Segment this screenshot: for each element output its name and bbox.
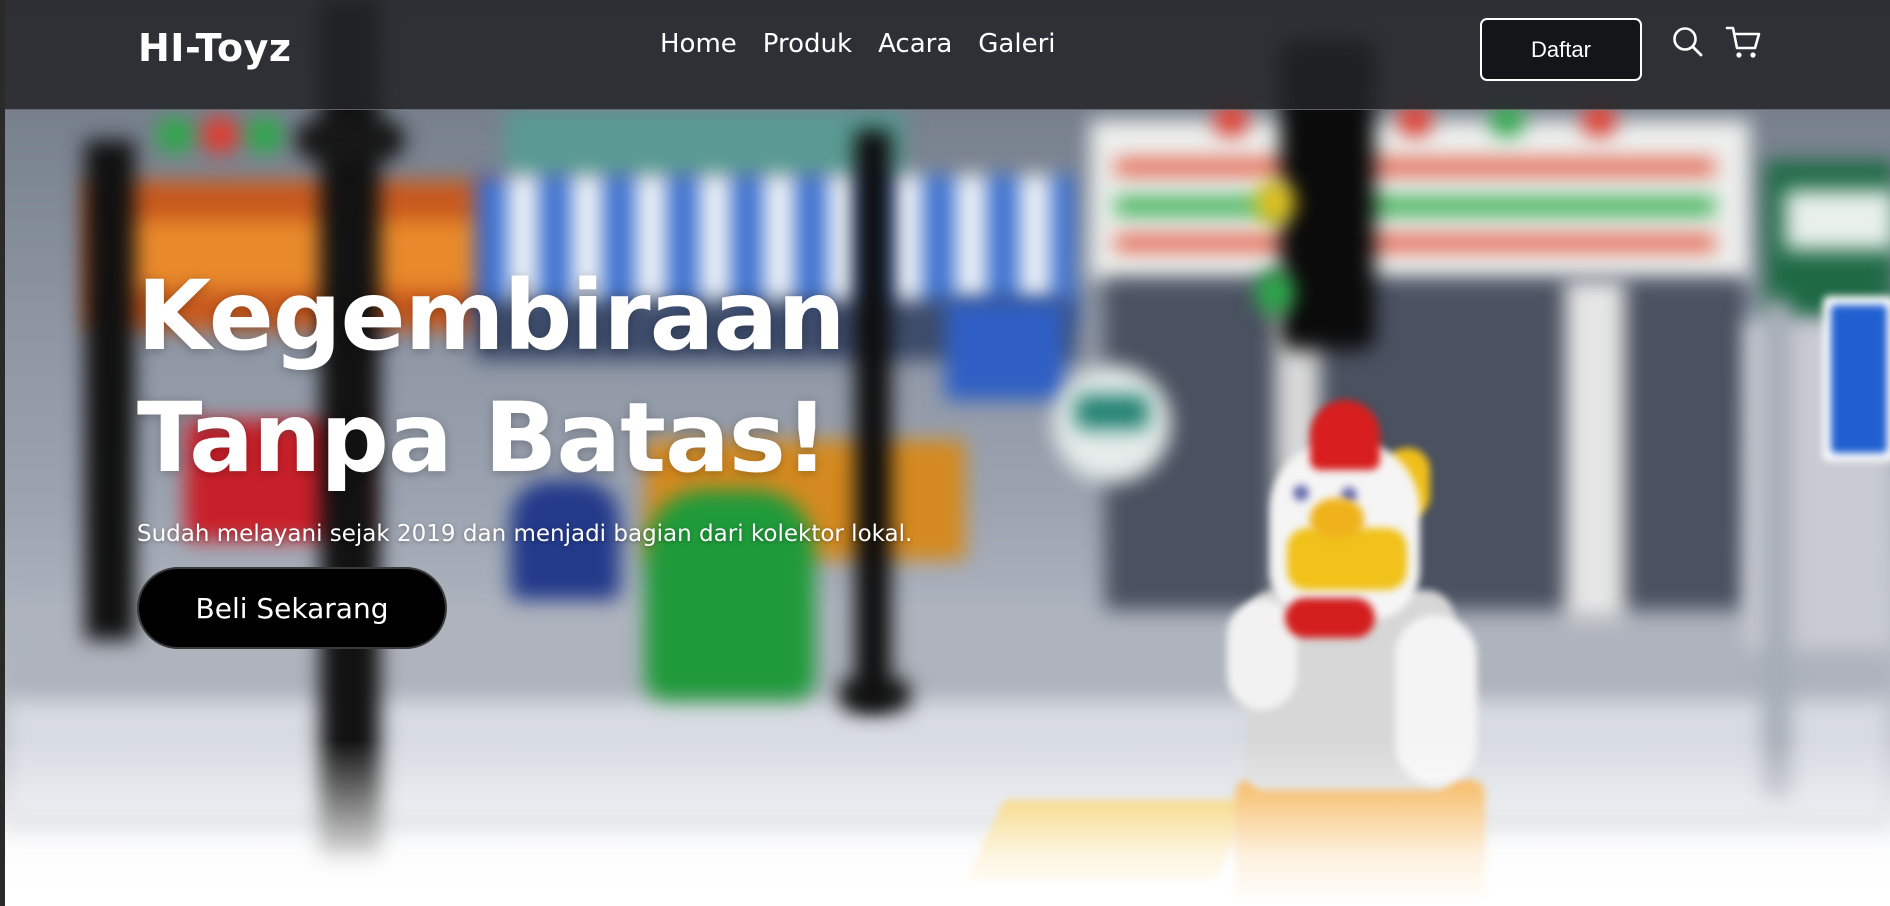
nav-link-home[interactable]: Home (660, 29, 737, 59)
cart-icon[interactable] (1724, 22, 1764, 62)
bg-green-sign-panel (1785, 190, 1890, 250)
window-edge (0, 0, 5, 906)
buy-now-button[interactable]: Beli Sekarang (137, 567, 447, 649)
minifig-red-comb (1310, 400, 1380, 470)
nav-link-acara[interactable]: Acara (878, 29, 952, 59)
hero-title-line-1: Kegembiraan (137, 260, 846, 372)
bg-string-lights-left (145, 110, 295, 160)
bg-traffic-light-yellow (1255, 180, 1295, 225)
minifig-wattle (1285, 598, 1375, 638)
minifig-beak (1310, 498, 1364, 538)
hero-content: Kegembiraan Tanpa Batas! Sudah melayani … (137, 255, 937, 547)
bg-crosswalk-sign-face (1831, 305, 1887, 453)
brand-logo[interactable]: HI-Toyz (138, 26, 292, 70)
bg-store-interior (1105, 280, 1745, 610)
hero-subtitle: Sudah melayani sejak 2019 dan menjadi ba… (137, 521, 913, 547)
hero-bottom-fade (5, 740, 1890, 906)
bg-round-sign-label (1075, 395, 1149, 429)
nav-link-galeri[interactable]: Galeri (978, 29, 1055, 59)
search-icon[interactable] (1670, 24, 1706, 60)
minifig-hood-eye-left (1293, 485, 1309, 501)
hero-title-line-2: Tanpa Batas! (137, 382, 829, 494)
bg-blue-cabinet (945, 300, 1065, 400)
bg-store-pillar (1565, 280, 1625, 620)
bg-lamp-post-cap (295, 120, 405, 160)
hero-title: Kegembiraan Tanpa Batas! (137, 255, 937, 499)
bg-lamp-post-base (840, 680, 910, 710)
bg-store-stripe-red-2 (1115, 236, 1715, 250)
nav-links: Home Produk Acara Galeri (660, 29, 1055, 59)
signup-button[interactable]: Daftar (1480, 18, 1642, 81)
bg-teal-building (505, 110, 905, 180)
page: HI-Toyz Home Produk Acara Galeri Daftar … (0, 0, 1890, 906)
bg-lamp-post-far (85, 140, 135, 640)
nav-link-produk[interactable]: Produk (763, 29, 852, 59)
bg-traffic-light-green (1255, 270, 1295, 315)
bg-store-stripe-red (1115, 160, 1715, 174)
navbar: HI-Toyz Home Produk Acara Galeri Daftar (5, 0, 1890, 110)
bg-sign-pole (1763, 300, 1791, 800)
bg-store-stripe-green (1115, 198, 1715, 214)
